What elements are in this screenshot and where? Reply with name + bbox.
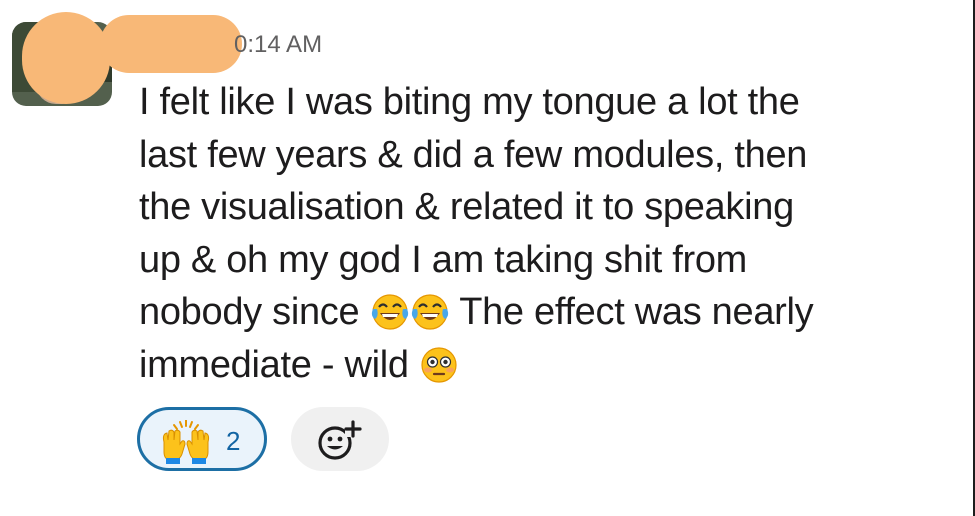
message-view: 0:14 AM I felt like I was biting my tong… bbox=[0, 0, 975, 516]
redaction-mark-username bbox=[100, 15, 242, 73]
message-line: up & oh my god I am taking shit from bbox=[139, 238, 748, 281]
reaction-count: 2 bbox=[226, 426, 241, 456]
message-line: The effect was nearly bbox=[459, 291, 814, 333]
message-line: the visualisation & related it to speaki… bbox=[139, 186, 794, 228]
message-line: last few years & did a few modules, then bbox=[139, 133, 808, 176]
message-body: I felt like I was biting my tongue a lot… bbox=[139, 76, 959, 391]
reaction-raising-hands[interactable]: 2 bbox=[137, 407, 267, 471]
message-timestamp[interactable]: 0:14 AM bbox=[234, 31, 322, 59]
raising-hands-icon bbox=[158, 419, 214, 464]
message-line: nobody since bbox=[139, 291, 360, 333]
redaction-mark-avatar bbox=[22, 12, 110, 104]
flushed-face-icon bbox=[419, 345, 459, 385]
face-with-tears-of-joy-icon bbox=[410, 292, 450, 332]
face-with-tears-of-joy-icon bbox=[370, 292, 410, 332]
add-reaction-button[interactable] bbox=[291, 407, 389, 471]
add-reaction-icon bbox=[318, 420, 362, 460]
message-line: immediate - wild bbox=[139, 343, 409, 386]
message-line: I felt like I was biting my tongue a lot… bbox=[139, 81, 800, 123]
